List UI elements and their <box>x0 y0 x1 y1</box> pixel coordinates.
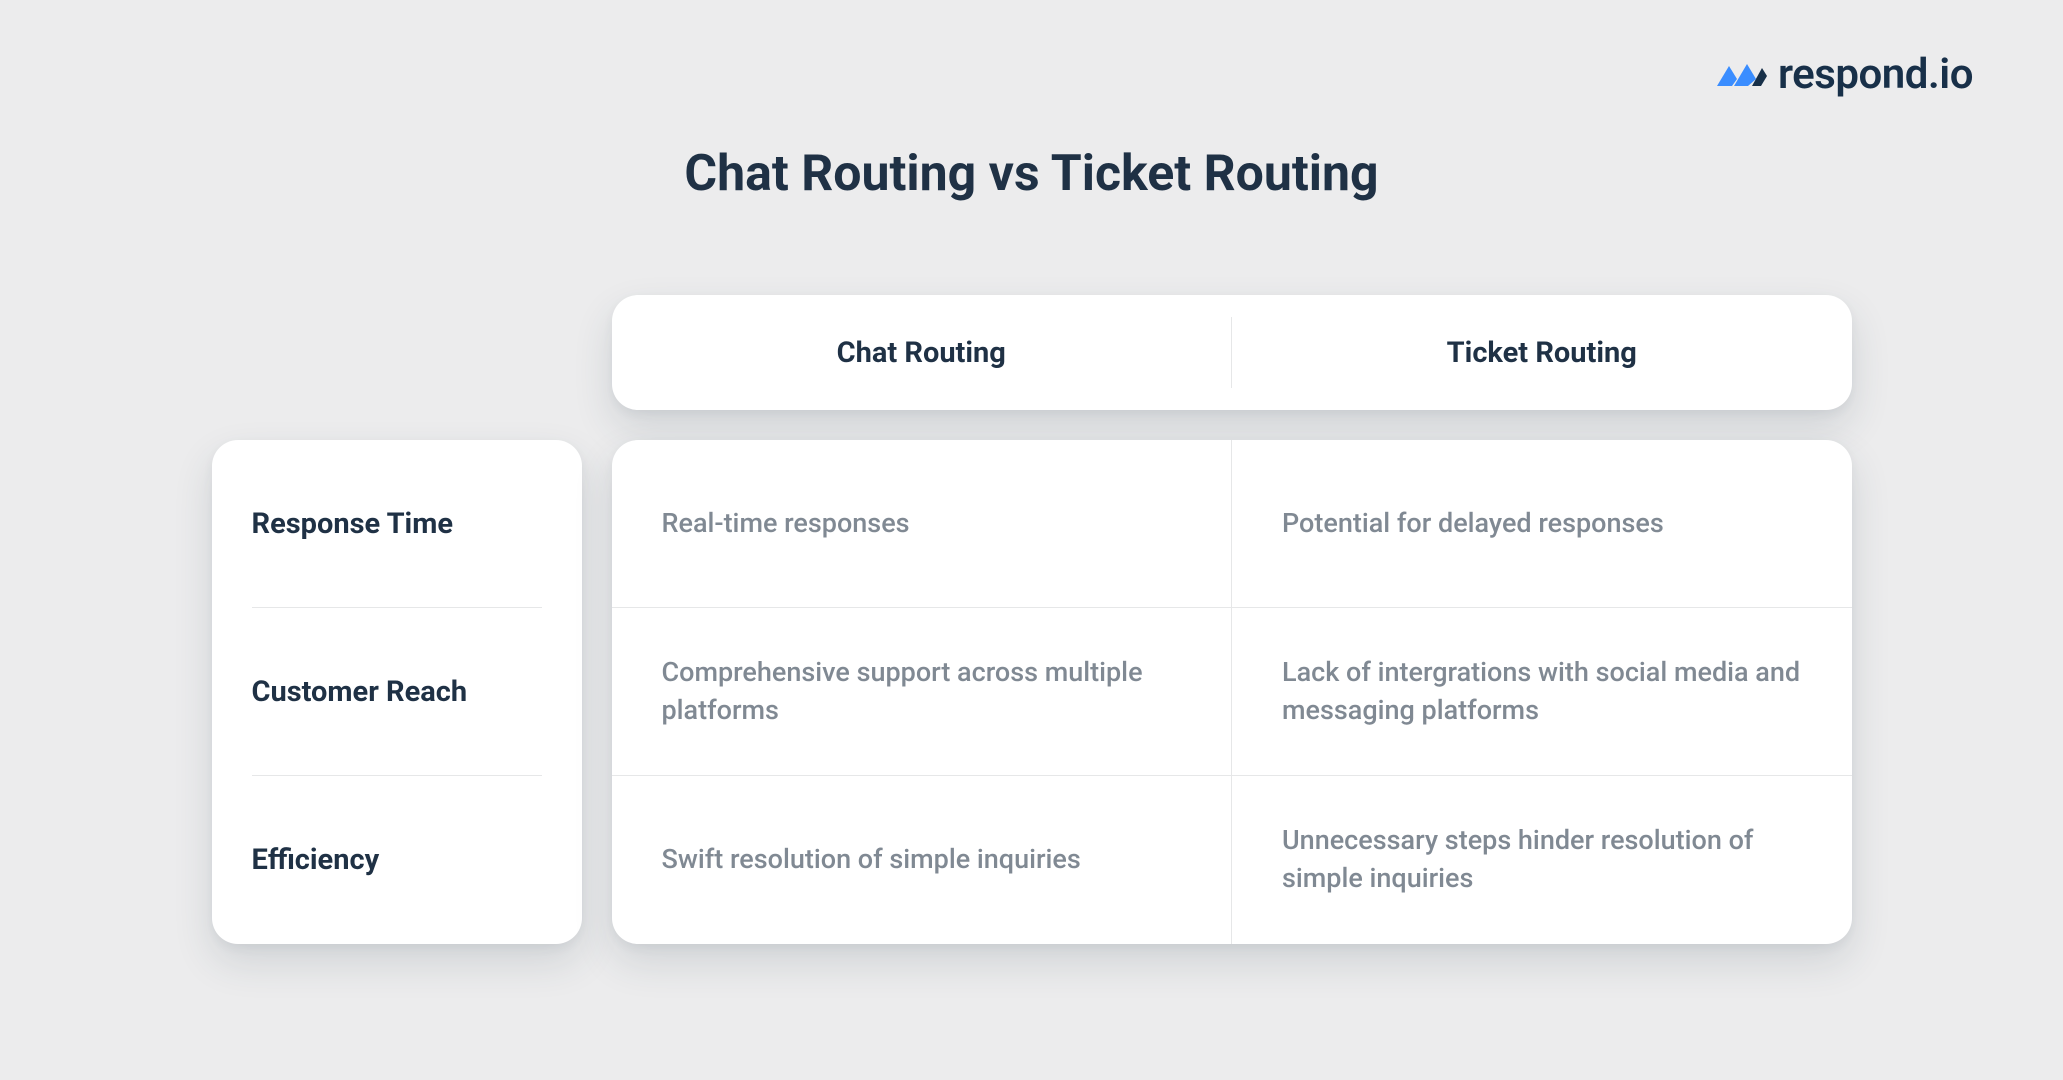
column-header: Chat Routing <box>612 295 1232 410</box>
table-row: Comprehensive support across multiple pl… <box>612 608 1852 776</box>
data-body-card: Real-time responses Potential for delaye… <box>612 440 1852 944</box>
page-title: Chat Routing vs Ticket Routing <box>684 145 1378 203</box>
row-label: Efficiency <box>252 776 542 944</box>
table-cell: Potential for delayed responses <box>1232 440 1852 607</box>
cell-text: Potential for delayed responses <box>1282 505 1664 543</box>
table-cell: Unnecessary steps hinder resolution of s… <box>1232 776 1852 944</box>
row-label: Customer Reach <box>252 608 542 776</box>
brand-logo: respond.io <box>1714 50 1973 99</box>
comparison-table: Response Time Customer Reach Efficiency … <box>212 295 1852 944</box>
column-headers-card: Chat Routing Ticket Routing <box>612 295 1852 410</box>
cell-text: Swift resolution of simple inquiries <box>662 841 1081 879</box>
table-cell: Lack of intergrations with social media … <box>1232 608 1852 775</box>
cell-text: Real-time responses <box>662 505 910 543</box>
table-row: Real-time responses Potential for delaye… <box>612 440 1852 608</box>
brand-mark-icon <box>1714 56 1768 94</box>
row-label-text: Response Time <box>252 507 454 541</box>
data-columns: Chat Routing Ticket Routing Real-time re… <box>612 295 1852 944</box>
row-label: Response Time <box>252 440 542 608</box>
row-label-text: Efficiency <box>252 843 380 877</box>
row-label-text: Customer Reach <box>252 675 468 709</box>
cell-text: Comprehensive support across multiple pl… <box>662 654 1182 730</box>
table-cell: Real-time responses <box>612 440 1232 607</box>
cell-text: Lack of intergrations with social media … <box>1282 654 1802 730</box>
column-header-text: Ticket Routing <box>1447 336 1637 370</box>
cell-text: Unnecessary steps hinder resolution of s… <box>1282 822 1802 898</box>
table-cell: Swift resolution of simple inquiries <box>612 776 1232 944</box>
column-header: Ticket Routing <box>1232 295 1852 410</box>
column-header-text: Chat Routing <box>837 336 1006 370</box>
table-cell: Comprehensive support across multiple pl… <box>612 608 1232 775</box>
table-row: Swift resolution of simple inquiries Unn… <box>612 776 1852 944</box>
row-labels-card: Response Time Customer Reach Efficiency <box>212 440 582 944</box>
brand-name: respond.io <box>1778 50 1973 99</box>
row-labels-column: Response Time Customer Reach Efficiency <box>212 440 582 944</box>
